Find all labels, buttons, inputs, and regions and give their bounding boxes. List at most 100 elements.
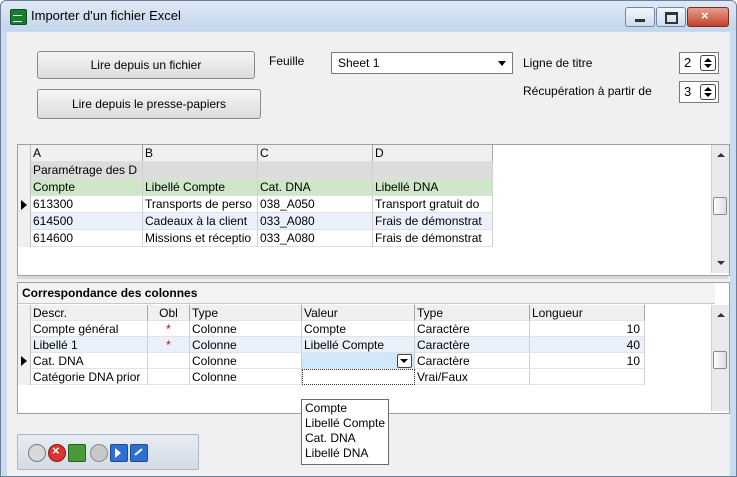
value-dropdown-list[interactable]: Compte Libellé Compte Cat. DNA Libellé D… [301, 399, 389, 465]
column-header-c[interactable]: C [258, 145, 373, 162]
grid-cell[interactable]: 10 [530, 321, 645, 337]
row-selector[interactable] [18, 162, 31, 179]
grid-cell[interactable]: Vrai/Faux [415, 369, 530, 385]
next-icon[interactable] [110, 444, 128, 462]
grid-cell[interactable]: 038_A050 [258, 196, 373, 213]
grid-cell[interactable]: Colonne [190, 353, 302, 369]
grid-cell[interactable]: Libellé Compte [143, 179, 258, 196]
grid-cell[interactable]: Libellé Compte [302, 337, 415, 353]
row-selector[interactable] [18, 230, 31, 247]
grid-cell[interactable]: Caractère [415, 321, 530, 337]
table-row[interactable]: Compte général * Colonne Compte Caractèr… [18, 321, 678, 337]
title-row-spinner[interactable]: 2 [679, 52, 719, 74]
grid-cell[interactable]: Frais de démonstrat [373, 230, 493, 247]
grid-cell[interactable]: Cat. DNA [258, 179, 373, 196]
grid-cell[interactable]: Cat. DNA [31, 353, 148, 369]
grid-cell[interactable] [373, 162, 493, 179]
scrollbar-thumb[interactable] [713, 351, 727, 369]
close-button[interactable]: × [687, 7, 729, 27]
grid-cell[interactable]: 40 [530, 337, 645, 353]
sheet-preview-grid[interactable]: A B C D Paramétrage des D Compte Libellé… [17, 144, 730, 276]
grid-cell[interactable]: Cadeaux à la client [143, 213, 258, 230]
grid-cell[interactable]: Transports de perso [143, 196, 258, 213]
grid-cell[interactable]: Paramétrage des D [31, 162, 143, 179]
minimize-button[interactable] [625, 7, 655, 27]
dropdown-option[interactable]: Cat. DNA [303, 431, 356, 445]
table-row[interactable]: Catégorie DNA prior Colonne Vrai/Faux [18, 369, 678, 385]
maximize-button[interactable] [656, 7, 686, 27]
grid-cell[interactable]: 10 [530, 353, 645, 369]
sheet-select[interactable]: Sheet 1 [331, 52, 513, 74]
column-header-type2[interactable]: Type [415, 305, 530, 321]
table-row[interactable]: Libellé 1 * Colonne Libellé Compte Carac… [18, 337, 678, 353]
table-row[interactable]: 613300 Transports de perso 038_A050 Tran… [18, 196, 493, 213]
row-selector[interactable] [18, 196, 31, 213]
column-header-b[interactable]: B [143, 145, 258, 162]
row-selector[interactable] [18, 337, 31, 353]
grid-cell[interactable]: Colonne [190, 337, 302, 353]
column-header-descr[interactable]: Descr. [31, 305, 148, 321]
grid-cell[interactable]: Libellé DNA [373, 179, 493, 196]
grid-cell[interactable] [302, 369, 415, 385]
grid-cell[interactable]: Colonne [190, 369, 302, 385]
row-selector[interactable] [18, 179, 31, 196]
spinner-arrows-icon[interactable] [700, 84, 716, 100]
table-row[interactable]: Cat. DNA Colonne Caractère 10 [18, 353, 678, 369]
scroll-up-icon[interactable] [717, 313, 725, 317]
column-header-obl[interactable]: Obl [148, 305, 190, 321]
grid-cell[interactable] [530, 369, 645, 385]
cancel-icon[interactable] [48, 443, 66, 462]
export-icon[interactable] [130, 444, 148, 462]
column-header-longueur[interactable]: Longueur [530, 305, 645, 321]
start-row-spinner[interactable]: 3 [679, 81, 719, 103]
grid-cell[interactable]: Compte général [31, 321, 148, 337]
grid-cell[interactable]: 614600 [31, 230, 143, 247]
grid-cell[interactable]: Colonne [190, 321, 302, 337]
grid-cell[interactable]: 613300 [31, 196, 143, 213]
row-selector[interactable] [18, 213, 31, 230]
dropdown-option[interactable]: Libellé DNA [303, 446, 368, 460]
row-selector[interactable] [18, 369, 31, 385]
column-header-type[interactable]: Type [190, 305, 302, 321]
scrollbar-thumb[interactable] [713, 197, 727, 215]
row-selector[interactable] [18, 321, 31, 337]
dropdown-option[interactable]: Libellé Compte [303, 416, 385, 430]
grid-cell[interactable]: Frais de démonstrat [373, 213, 493, 230]
sheet-grid-scrollbar[interactable] [711, 145, 729, 273]
grid-cell[interactable]: 033_A080 [258, 213, 373, 230]
read-clipboard-button[interactable]: Lire depuis le presse-papiers [37, 89, 261, 119]
chevron-down-icon[interactable] [397, 354, 412, 368]
row-selector[interactable] [18, 353, 31, 369]
grid-cell[interactable]: Missions et réceptio [143, 230, 258, 247]
scroll-down-icon[interactable] [717, 261, 725, 265]
table-row[interactable]: 614500 Cadeaux à la client 033_A080 Frai… [18, 213, 493, 230]
import-icon[interactable] [68, 444, 86, 462]
grid-cell[interactable]: Libellé 1 [31, 337, 148, 353]
grid-cell[interactable]: Catégorie DNA prior [31, 369, 148, 385]
column-header-d[interactable]: D [373, 145, 493, 162]
grid-cell[interactable]: Caractère [415, 337, 530, 353]
grid-cell[interactable]: 033_A080 [258, 230, 373, 247]
table-row[interactable]: Paramétrage des D [18, 162, 493, 179]
panel-splitter[interactable] [17, 276, 728, 279]
column-header-a[interactable]: A [31, 145, 143, 162]
link-icon[interactable] [28, 444, 46, 462]
table-row[interactable]: 614600 Missions et réceptio 033_A080 Fra… [18, 230, 493, 247]
grid-cell[interactable] [143, 162, 258, 179]
grid-cell[interactable]: 614500 [31, 213, 143, 230]
scroll-up-icon[interactable] [717, 153, 725, 157]
read-file-button[interactable]: Lire depuis un fichier [37, 51, 255, 79]
mapping-grid-scrollbar[interactable] [711, 305, 729, 411]
settings-icon[interactable] [90, 444, 108, 462]
table-row[interactable]: Compte Libellé Compte Cat. DNA Libellé D… [18, 179, 493, 196]
column-mapping-panel: Correspondance des colonnes Descr. Obl T… [17, 282, 730, 414]
spinner-arrows-icon[interactable] [700, 55, 716, 71]
grid-cell[interactable] [258, 162, 373, 179]
grid-cell[interactable]: Compte [31, 179, 143, 196]
dropdown-option[interactable]: Compte [303, 401, 347, 415]
column-header-valeur[interactable]: Valeur [302, 305, 415, 321]
grid-cell[interactable]: Compte [302, 321, 415, 337]
grid-cell[interactable]: Caractère [415, 353, 530, 369]
value-dropdown-cell[interactable] [302, 353, 415, 369]
grid-cell[interactable]: Transport gratuit do [373, 196, 493, 213]
